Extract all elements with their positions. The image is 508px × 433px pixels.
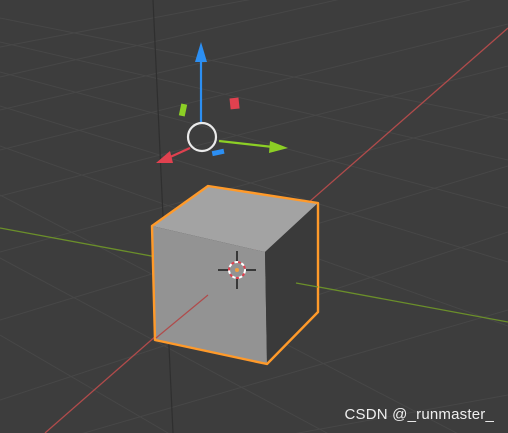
cube-object[interactable] [150,184,320,366]
watermark-text: CSDN @_runmaster_ [344,406,494,423]
gizmo-yz-plane-handle[interactable] [229,97,240,110]
gizmo-xy-plane-handle[interactable] [211,148,225,157]
gizmo-y-arrow[interactable] [218,139,288,153]
gizmo-z-arrow[interactable] [195,42,207,124]
viewport-canvas[interactable] [0,0,508,433]
gizmo-center-ring[interactable] [186,121,218,153]
3d-viewport[interactable]: CSDN @_runmaster_ [0,0,508,433]
transform-gizmo[interactable] [156,42,288,163]
